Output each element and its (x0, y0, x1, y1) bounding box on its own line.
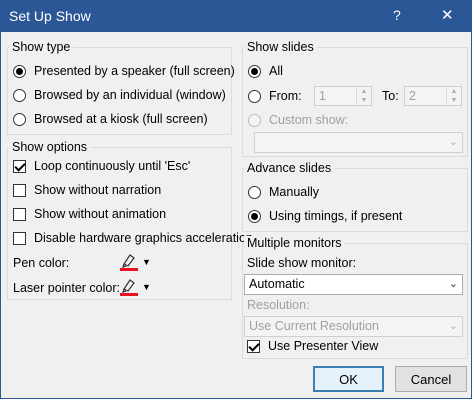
chevron-down-icon: ⌄ (448, 136, 458, 148)
checkbox[interactable] (13, 231, 26, 245)
laser-pointer-color-label: Laser pointer color: (13, 281, 121, 295)
radio-using-timings[interactable]: Using timings, if present (248, 209, 402, 223)
spinner-arrows-icon[interactable]: ▲ ▼ (446, 87, 461, 105)
close-button[interactable]: ✕ (441, 6, 454, 24)
chevron-down-icon: ⌄ (448, 320, 458, 332)
advance-slides-legend: Advance slides (244, 161, 335, 175)
radio-indicator[interactable] (13, 88, 26, 102)
custom-show-select[interactable]: ⌄ (254, 132, 463, 153)
radio-label: Presented by a speaker (full screen) (34, 64, 235, 78)
show-type-legend: Show type (9, 40, 74, 54)
radio-label: Browsed at a kiosk (full screen) (34, 112, 208, 126)
resolution-label: Resolution: (247, 298, 310, 312)
pen-color-button[interactable]: ▼ (119, 251, 155, 273)
chevron-down-icon: ⌄ (448, 278, 458, 290)
radio-manually[interactable]: Manually (248, 185, 319, 199)
checkbox[interactable] (13, 183, 26, 197)
radio-indicator[interactable] (13, 112, 26, 126)
resolution-select[interactable]: Use Current Resolution ⌄ (244, 316, 463, 337)
radio-indicator[interactable] (248, 209, 261, 223)
show-options-legend: Show options (9, 140, 91, 154)
to-label: To: (382, 89, 399, 103)
check-use-presenter-view[interactable]: Use Presenter View (247, 339, 378, 353)
to-value[interactable]: 2 (409, 89, 416, 103)
radio-indicator[interactable] (248, 89, 261, 103)
radio-label: From: (269, 89, 302, 103)
checkbox-label: Loop continuously until 'Esc' (34, 159, 191, 173)
radio-label: Using timings, if present (269, 209, 403, 223)
slide-show-monitor-label: Slide show monitor: (247, 256, 357, 270)
title-bar: Set Up Show ? ✕ (1, 1, 471, 32)
pen-color-label: Pen color: (13, 256, 70, 270)
radio-custom-show[interactable]: Custom show: (248, 113, 348, 127)
radio-browsed-at-kiosk[interactable]: Browsed at a kiosk (full screen) (13, 112, 208, 126)
check-without-narration[interactable]: Show without narration (13, 183, 161, 197)
multiple-monitors-legend: Multiple monitors (244, 236, 345, 250)
pen-icon (119, 277, 139, 297)
radio-browsed-by-individual[interactable]: Browsed by an individual (window) (13, 88, 226, 102)
radio-label: Manually (269, 185, 320, 199)
checkbox[interactable] (247, 339, 260, 353)
set-up-show-dialog: Set Up Show ? ✕ Show type Presented by a… (0, 0, 472, 399)
chevron-down-icon: ▼ (142, 257, 151, 267)
radio-indicator[interactable] (248, 113, 261, 127)
radio-indicator[interactable] (248, 185, 261, 199)
checkbox-label: Show without narration (34, 183, 162, 197)
help-button[interactable]: ? (393, 7, 401, 23)
dialog-title: Set Up Show (9, 8, 91, 24)
to-spinner[interactable]: 2 ▲ ▼ (404, 86, 462, 106)
ok-button[interactable]: OK (313, 366, 384, 392)
check-disable-hw-acceleration[interactable]: Disable hardware graphics acceleration (13, 231, 253, 245)
slide-show-monitor-value: Automatic (249, 277, 305, 291)
check-loop-continuously[interactable]: Loop continuously until 'Esc' (13, 159, 190, 173)
radio-indicator[interactable] (248, 64, 261, 78)
spinner-arrows-icon[interactable]: ▲ ▼ (356, 87, 371, 105)
checkbox-label: Disable hardware graphics acceleration (34, 231, 253, 245)
checkbox[interactable] (13, 159, 26, 173)
radio-label: Custom show: (269, 113, 349, 127)
pen-icon (119, 252, 139, 272)
checkbox-label: Show without animation (34, 207, 167, 221)
radio-all-slides[interactable]: All (248, 64, 283, 78)
laser-pointer-color-button[interactable]: ▼ (119, 276, 155, 298)
chevron-down-icon: ▼ (142, 282, 151, 292)
radio-presented-by-speaker[interactable]: Presented by a speaker (full screen) (13, 64, 235, 78)
radio-label: All (269, 64, 283, 78)
cancel-button[interactable]: Cancel (395, 366, 467, 392)
radio-label: Browsed by an individual (window) (34, 88, 226, 102)
slide-show-monitor-select[interactable]: Automatic ⌄ (244, 274, 463, 295)
radio-indicator[interactable] (13, 64, 26, 78)
from-spinner[interactable]: 1 ▲ ▼ (314, 86, 372, 106)
checkbox[interactable] (13, 207, 26, 221)
resolution-value: Use Current Resolution (249, 319, 379, 333)
from-value[interactable]: 1 (319, 89, 326, 103)
checkbox-label: Use Presenter View (268, 339, 379, 353)
show-slides-legend: Show slides (244, 40, 317, 54)
radio-from-slides[interactable]: From: (248, 89, 302, 103)
check-without-animation[interactable]: Show without animation (13, 207, 166, 221)
